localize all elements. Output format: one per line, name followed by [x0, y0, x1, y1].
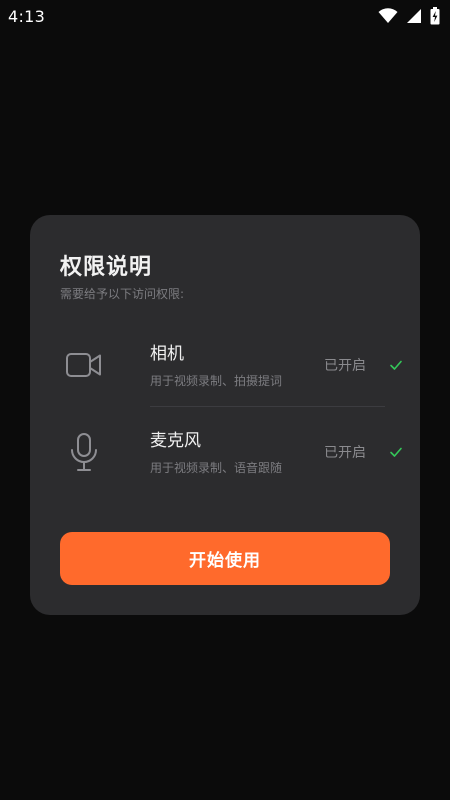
status-time: 4:13	[8, 6, 46, 26]
permission-item-microphone: 麦克风 用于视频录制、语音跟随 已开启	[60, 420, 402, 482]
status-icons	[378, 7, 440, 25]
permission-description: 用于视频录制、语音跟随	[150, 461, 283, 475]
check-icon	[388, 444, 404, 460]
status-bar: 4:13	[0, 0, 450, 32]
permission-status: 已开启	[324, 358, 366, 374]
permission-description: 用于视频录制、拍摄提词	[150, 374, 283, 388]
dialog-title: 权限说明	[60, 255, 153, 280]
divider	[150, 406, 385, 407]
permission-item-camera: 相机 用于视频录制、拍摄提词 已开启	[60, 333, 402, 395]
permission-dialog: 权限说明 需要给予以下访问权限: 相机 用于视频录制、拍摄提词 已开启 麦克风 …	[30, 215, 420, 615]
wifi-icon	[378, 8, 398, 24]
dialog-subtitle: 需要给予以下访问权限:	[60, 287, 185, 301]
permission-name: 相机	[150, 344, 184, 364]
start-button[interactable]: 开始使用	[60, 532, 390, 585]
permission-name: 麦克风	[150, 431, 201, 451]
permission-status: 已开启	[324, 445, 366, 461]
battery-charging-icon	[430, 7, 440, 25]
microphone-icon	[60, 428, 108, 476]
video-camera-icon	[60, 341, 108, 389]
check-icon	[388, 357, 404, 373]
cellular-signal-icon	[406, 8, 422, 24]
